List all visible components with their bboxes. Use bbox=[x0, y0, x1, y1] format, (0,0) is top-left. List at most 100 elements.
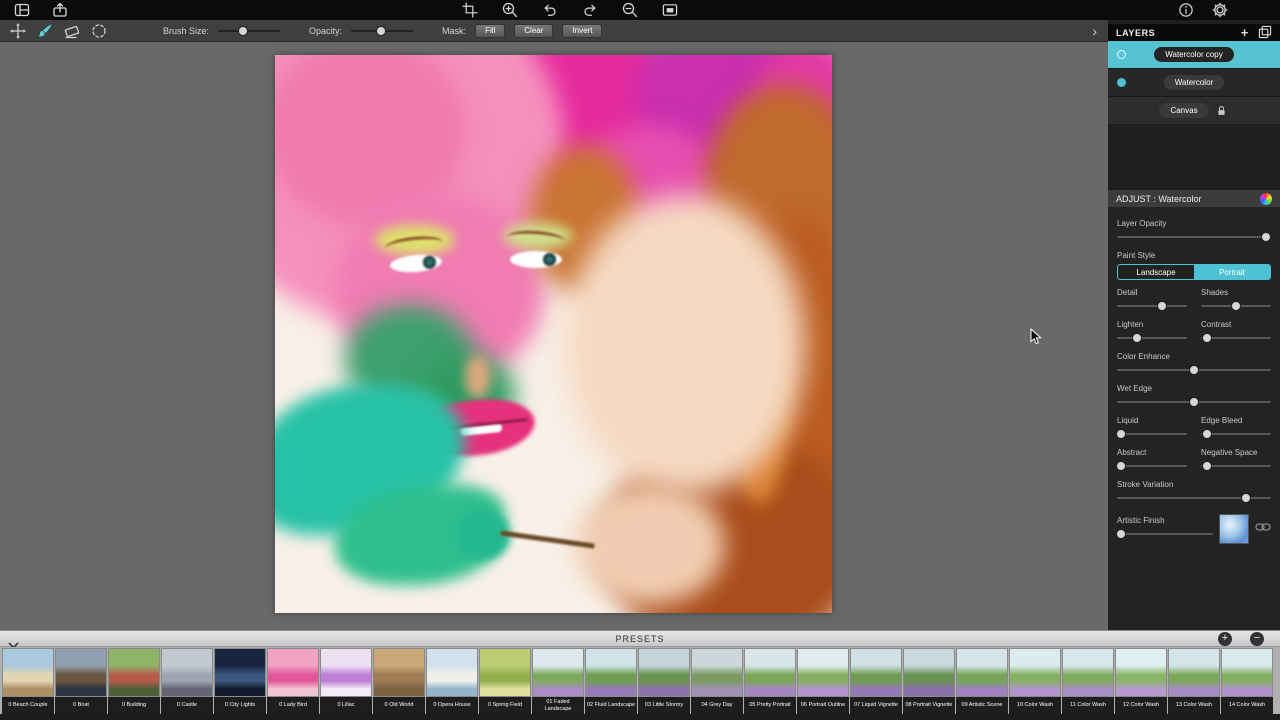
slider-knob[interactable] bbox=[1189, 365, 1199, 375]
preset-label: 0 Beach Couple bbox=[2, 697, 54, 714]
export-icon[interactable] bbox=[52, 2, 68, 18]
slider-knob[interactable] bbox=[1189, 397, 1199, 407]
artistic-finish-slider[interactable] bbox=[1117, 528, 1213, 540]
paint-style-landscape-button[interactable]: Landscape bbox=[1118, 265, 1194, 279]
mask-fill-button[interactable]: Fill bbox=[475, 24, 505, 38]
abstract-slider[interactable] bbox=[1117, 460, 1187, 472]
slider-knob[interactable] bbox=[1202, 333, 1212, 343]
layer-visibility-toggle[interactable] bbox=[1117, 78, 1126, 87]
slider-knob[interactable] bbox=[1132, 333, 1142, 343]
mask-clear-button[interactable]: Clear bbox=[514, 24, 553, 38]
artwork-nose bbox=[465, 355, 491, 399]
preset-item[interactable]: 0 Lady Bird bbox=[267, 648, 319, 714]
layer-pill[interactable]: Canvas bbox=[1159, 103, 1208, 118]
lighten-slider[interactable] bbox=[1117, 332, 1187, 344]
stroke-variation-slider[interactable] bbox=[1117, 492, 1271, 504]
preset-item[interactable]: 0 Castle bbox=[161, 648, 213, 714]
slider-knob[interactable] bbox=[1116, 529, 1126, 539]
preset-item[interactable]: 10 Color Wash bbox=[1009, 648, 1061, 714]
preset-item[interactable]: 06 Portrait Outline bbox=[797, 648, 849, 714]
preset-item[interactable]: 0 Old World bbox=[373, 648, 425, 714]
preset-item[interactable]: 05 Pretty Portrait bbox=[744, 648, 796, 714]
slider-knob[interactable] bbox=[1261, 232, 1271, 242]
slider-knob[interactable] bbox=[1202, 429, 1212, 439]
slider-knob[interactable] bbox=[1157, 301, 1167, 311]
slider-knob[interactable] bbox=[1231, 301, 1241, 311]
layers-header: LAYERS + bbox=[1108, 24, 1280, 41]
preset-label: 09 Artistic Scene bbox=[956, 697, 1008, 714]
preset-item[interactable]: 0 Lillac bbox=[320, 648, 372, 714]
zoom-out-icon[interactable] bbox=[622, 2, 638, 18]
preset-item[interactable]: 14 Color Wash bbox=[1221, 648, 1273, 714]
move-tool-icon[interactable] bbox=[9, 22, 27, 40]
color-wheel-icon[interactable] bbox=[1260, 193, 1272, 205]
brush-size-slider[interactable] bbox=[218, 25, 280, 37]
opacity-slider[interactable] bbox=[351, 25, 413, 37]
preset-item[interactable]: 0 Opera House bbox=[426, 648, 478, 714]
contrast-slider[interactable] bbox=[1201, 332, 1271, 344]
panel-collapse-chevron-icon[interactable]: › bbox=[1092, 24, 1099, 38]
preset-item[interactable]: 13 Color Wash bbox=[1168, 648, 1220, 714]
shades-slider[interactable] bbox=[1201, 300, 1271, 312]
preset-item[interactable]: 01 Faded Landscape bbox=[532, 648, 584, 714]
layer-row-canvas[interactable]: Canvas bbox=[1108, 97, 1280, 125]
zoom-in-icon[interactable] bbox=[502, 2, 518, 18]
duplicate-layer-icon[interactable] bbox=[1258, 25, 1272, 41]
layer-row-watercolor[interactable]: Watercolor bbox=[1108, 69, 1280, 97]
artistic-finish-thumbnail[interactable] bbox=[1219, 514, 1249, 544]
artwork-image[interactable] bbox=[275, 55, 832, 613]
lock-icon[interactable] bbox=[1214, 103, 1229, 118]
paint-style-portrait-button[interactable]: Portrait bbox=[1194, 265, 1270, 279]
info-icon[interactable] bbox=[1178, 2, 1194, 18]
abstract-label: Abstract bbox=[1117, 448, 1187, 458]
liquid-slider[interactable] bbox=[1117, 428, 1187, 440]
brush-tool-icon[interactable] bbox=[36, 22, 54, 40]
preset-thumbnail bbox=[1115, 648, 1167, 697]
preset-item[interactable]: 0 Building bbox=[108, 648, 160, 714]
color-enhance-slider[interactable] bbox=[1117, 364, 1271, 376]
undo-icon[interactable] bbox=[542, 2, 558, 18]
slider-knob[interactable] bbox=[1241, 493, 1251, 503]
crop-icon[interactable] bbox=[462, 2, 478, 18]
layer-pill[interactable]: Watercolor bbox=[1164, 75, 1224, 90]
preset-item[interactable]: 07 Liquid Vignette bbox=[850, 648, 902, 714]
preset-item[interactable]: 0 Boat bbox=[55, 648, 107, 714]
preset-item[interactable]: 02 Fluid Landscape bbox=[585, 648, 637, 714]
mask-invert-button[interactable]: Invert bbox=[562, 24, 602, 38]
negative-space-slider[interactable] bbox=[1201, 460, 1271, 472]
redo-icon[interactable] bbox=[582, 2, 598, 18]
fit-screen-icon[interactable] bbox=[662, 2, 678, 18]
eraser-tool-icon[interactable] bbox=[63, 22, 81, 40]
preset-item[interactable]: 04 Grey Day bbox=[691, 648, 743, 714]
add-layer-icon[interactable]: + bbox=[1241, 26, 1249, 39]
preset-item[interactable]: 11 Color Wash bbox=[1062, 648, 1114, 714]
preset-item[interactable]: 09 Artistic Scene bbox=[956, 648, 1008, 714]
opacity-knob[interactable] bbox=[376, 26, 386, 36]
preset-item[interactable]: 0 Beach Couple bbox=[2, 648, 54, 714]
layer-opacity-slider[interactable] bbox=[1117, 231, 1271, 243]
selection-marquee-icon[interactable] bbox=[90, 22, 108, 40]
lighten-label: Lighten bbox=[1117, 320, 1187, 330]
layer-row-watercolor-copy[interactable]: Watercolor copy bbox=[1108, 41, 1280, 69]
remove-preset-button[interactable]: − bbox=[1250, 632, 1264, 646]
preset-item[interactable]: 0 Spring Field bbox=[479, 648, 531, 714]
layout-icon[interactable] bbox=[14, 2, 30, 18]
layers-title: LAYERS bbox=[1116, 28, 1155, 38]
preset-item[interactable]: 08 Portrait Vignette bbox=[903, 648, 955, 714]
slider-knob[interactable] bbox=[1202, 461, 1212, 471]
preset-item[interactable]: 0 City Lights bbox=[214, 648, 266, 714]
preset-item[interactable]: 03 Little Stormy bbox=[638, 648, 690, 714]
slider-knob[interactable] bbox=[1116, 429, 1126, 439]
preset-item[interactable]: 12 Color Wash bbox=[1115, 648, 1167, 714]
wet-edge-slider[interactable] bbox=[1117, 396, 1271, 408]
brush-size-knob[interactable] bbox=[238, 26, 248, 36]
settings-gear-icon[interactable] bbox=[1212, 2, 1228, 18]
preset-thumbnail bbox=[850, 648, 902, 697]
edge-bleed-slider[interactable] bbox=[1201, 428, 1271, 440]
layer-pill[interactable]: Watercolor copy bbox=[1154, 47, 1234, 62]
slider-knob[interactable] bbox=[1116, 461, 1126, 471]
add-preset-button[interactable]: + bbox=[1218, 632, 1232, 646]
layer-visibility-toggle[interactable] bbox=[1117, 50, 1126, 59]
link-icon[interactable] bbox=[1255, 522, 1271, 534]
detail-slider[interactable] bbox=[1117, 300, 1187, 312]
